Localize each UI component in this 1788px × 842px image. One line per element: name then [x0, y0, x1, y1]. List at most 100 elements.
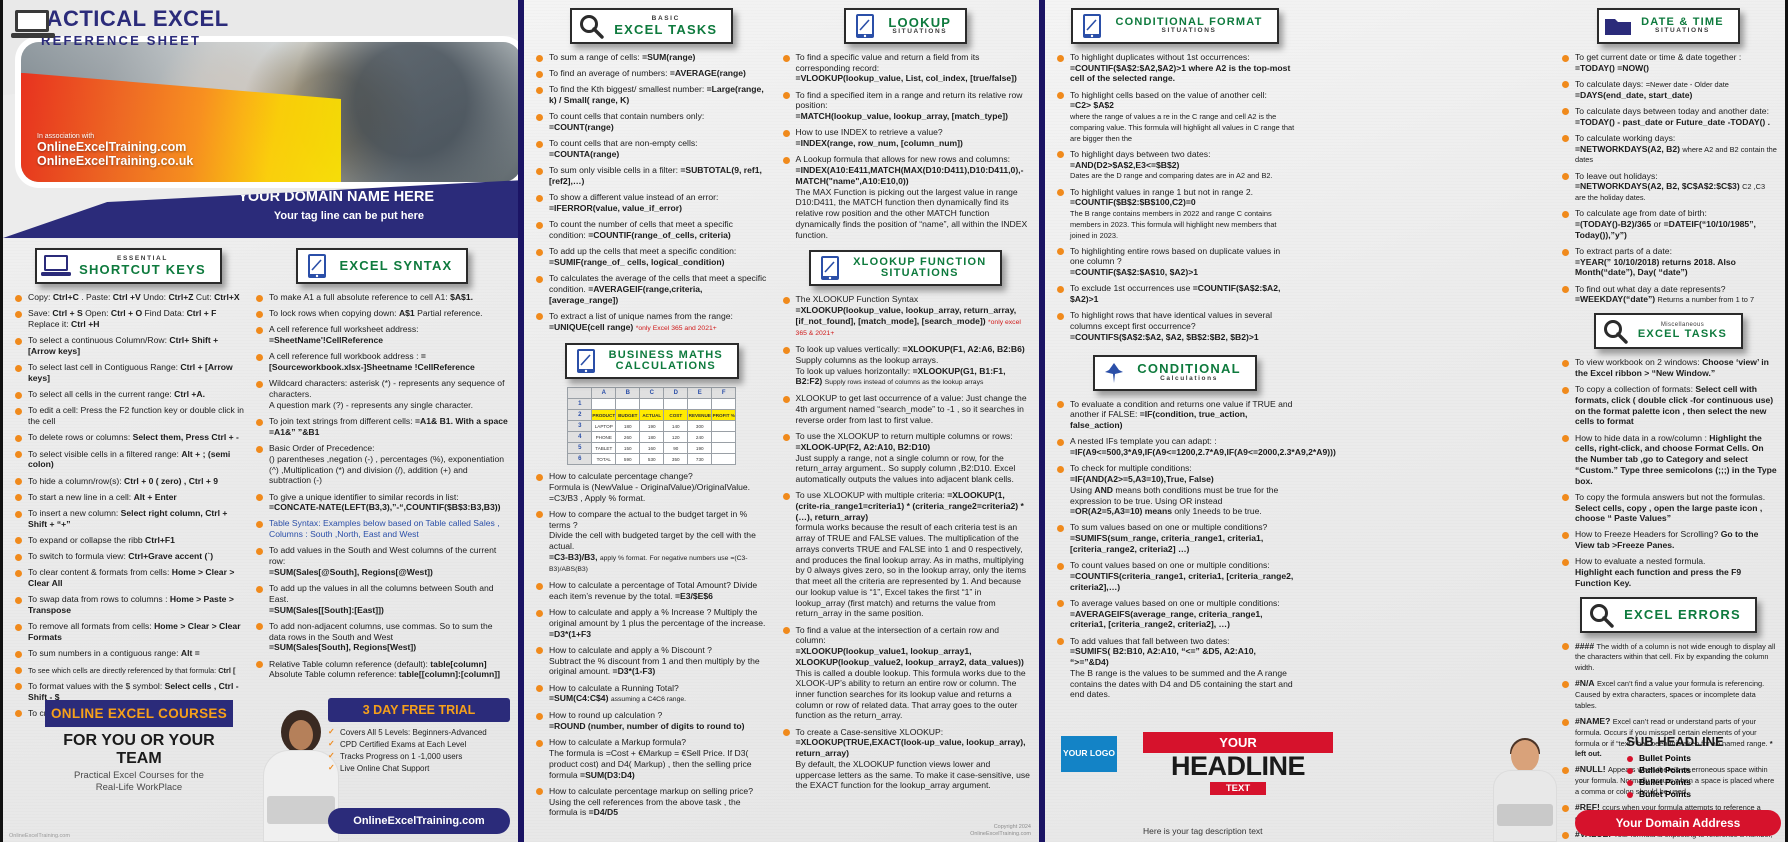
list-item: Wildcard characters: asterisk (*) - repr…	[254, 378, 510, 410]
conditional-sub: Calculations	[1160, 375, 1218, 383]
table-row: 4 PHONE 260 180 120 240	[567, 431, 737, 444]
list-item: To calculate days: =Newer date - Older d…	[1560, 79, 1777, 100]
xlookup-main-2: SITUATIONS	[880, 267, 959, 280]
list-item: To edit a cell: Press the F2 function ke…	[13, 405, 244, 426]
list-item: To calculate days between today and anot…	[1560, 106, 1777, 127]
list-item: To expand or collapse the ribb Ctrl+F1	[13, 535, 244, 546]
list-item: Basic Order of Precedence:() parentheses…	[254, 443, 510, 486]
lookup-main: LOOKUP	[888, 14, 952, 30]
list-item: To view workbook on 2 windows: Choose ‘v…	[1560, 357, 1777, 378]
basic-tasks-column: BASIC EXCEL TASKS To sum a range of cell…	[524, 0, 775, 842]
table-cell: 180	[615, 420, 641, 433]
list-item: To join text strings from different cell…	[254, 416, 510, 437]
list-item: How to calculate a Markup formula? The fo…	[534, 737, 770, 780]
list-item: A cell reference full worksheet address:…	[254, 324, 510, 345]
task-formula: =COUNTIF(range_of_cells, criteria)	[588, 230, 731, 241]
table-cell	[711, 420, 737, 433]
table-cell: 530	[639, 453, 665, 466]
list-item: To calculate working days: =NETWORKDAYS(A…	[1560, 133, 1777, 165]
conditional-list: To evaluate a condition and returns one …	[1055, 399, 1336, 700]
list-item: To add values that fall between two date…	[1055, 636, 1295, 700]
list-item: To exclude 1st occurrences use =COUNTIF(…	[1055, 283, 1295, 304]
free-trial-button[interactable]: 3 DAY FREE TRIAL	[328, 698, 510, 722]
footer-right: YOUR LOGO YOUR HEADLINE TEXT Here is you…	[1045, 730, 1785, 842]
assoc-line-1: OnlineExcelTraining.com	[37, 140, 187, 154]
table-cell: 90	[663, 442, 689, 455]
task-formula: =COUNT(range)	[549, 122, 614, 133]
list-item: To look up values vertically: =XLOOKUP(F…	[781, 344, 1031, 388]
list-item: Covers All 5 Levels: Beginners-Advanced	[328, 727, 510, 737]
list-item: To find out what day a date represents? =…	[1560, 284, 1777, 305]
list-item: To select last cell in Contiguous Range:…	[13, 362, 244, 383]
list-item: To leave out holidays: =NETWORKDAYS(A2, B…	[1560, 171, 1777, 203]
list-item: #N/A Excel can’t find a value your formu…	[1560, 678, 1777, 710]
assoc-label: In association with	[37, 133, 95, 140]
tablet-pen-icon	[576, 349, 595, 374]
table-row: 5 TABLET 150 160 90 190	[567, 442, 737, 455]
list-item: To calculates the average of the cells t…	[534, 273, 770, 305]
domain-button-right[interactable]: Your Domain Address	[1575, 810, 1781, 836]
task-formula: =SUM(range)	[642, 52, 696, 62]
table-cell: 590	[615, 453, 641, 466]
row-header: 4	[567, 431, 593, 444]
table-row: 2 PRODUCT BUDGET ACTUAL COST REVENUE PROFIT %	[567, 409, 737, 422]
conditional-main: CONDITIONAL	[1137, 361, 1241, 377]
domain-button-left[interactable]: OnlineExcelTraining.com	[328, 808, 510, 834]
list-item: To find a specific value and return a fi…	[781, 52, 1031, 84]
list-item: To find a specified item in a range and …	[781, 90, 1031, 122]
list-item: To insert a new column: Select right col…	[13, 508, 244, 529]
syntax-main: EXCEL SYNTAX	[339, 258, 453, 274]
list-item: To count values based on one or multiple…	[1055, 560, 1295, 592]
condformat-sub: SITUATIONS	[1161, 27, 1217, 35]
tablet-pen-icon	[821, 256, 840, 281]
table-cell: 350	[663, 453, 689, 466]
list-item: To find an average of numbers: =AVERAGE(…	[534, 68, 770, 79]
list-item: Live Online Chat Support	[328, 763, 510, 773]
task-note: *only Excel 365 and 2021+	[635, 324, 717, 332]
list-item: To remove all formats from cells: Home >…	[13, 621, 244, 642]
task-formula: =UNIQUE(cell range)	[549, 321, 634, 332]
list-item: To select visible cells in a filtered ra…	[13, 449, 244, 470]
list-item: Relative Table column reference (default…	[254, 659, 510, 680]
table-row: 6 TOTAL 590 530 350 730	[567, 453, 737, 466]
list-item: To highlight days between two dates: =AND…	[1055, 149, 1295, 181]
list-item: The XLOOKUP Function Syntax =XLOOKUP(look…	[781, 294, 1031, 338]
table-row: 1	[567, 398, 737, 411]
task-text: To sum only visible cells in a filter:	[549, 165, 678, 176]
courses-bar[interactable]: ONLINE EXCEL COURSES	[45, 700, 233, 727]
headline-text-badge: TEXT	[1210, 782, 1266, 795]
date-time-column: DATE & TIME SITUATIONS To get current da…	[1555, 0, 1785, 842]
list-item: To highlight cells based on the value of…	[1055, 90, 1295, 144]
copyright-line-2: OnlineExcelTraining.com	[970, 830, 1031, 837]
table-cell: LAPTOP	[591, 420, 617, 433]
conditional-format-header: CONDITIONAL FORMAT SITUATIONS	[1055, 8, 1295, 44]
headline-big: HEADLINE	[1170, 751, 1306, 781]
table-cell: 300	[687, 420, 713, 433]
misc-main: EXCEL TASKS	[1637, 327, 1728, 340]
logo-placeholder[interactable]: YOUR LOGO	[1061, 736, 1117, 772]
list-item: How to round up calculation ? =ROUND (num…	[534, 710, 770, 731]
list-item: Bullet Points	[1627, 753, 1775, 763]
column-header: D	[663, 387, 689, 400]
list-item: To get current date or time & date toget…	[1560, 52, 1777, 73]
list-item: To add non-adjacent columns, use commas.…	[254, 621, 510, 653]
datetime-sub: SITUATIONS	[1655, 27, 1710, 35]
syntax-list: To make A1 a full absolute reference to …	[254, 292, 510, 680]
list-item: How to calculate and apply a % Increase …	[534, 607, 770, 639]
shortcut-list: Copy: Ctrl+C . Paste: Ctrl +V Undo: Ctrl…	[13, 292, 244, 719]
task-text: To count cells that contain numbers only…	[549, 111, 705, 122]
list-item: To highlight values in range 1 but not i…	[1055, 187, 1295, 241]
free-trial-list: Covers All 5 Levels: Beginners-Advanced C…	[328, 727, 510, 773]
list-item: To swap data from rows to columns : Home…	[13, 594, 244, 615]
list-item: To calculate age from date of birth: =(TO…	[1560, 208, 1777, 240]
list-item: To highlighting entire rows based on dup…	[1055, 246, 1295, 278]
list-item: To evaluate a condition and returns one …	[1055, 399, 1295, 431]
row-header: 3	[567, 420, 593, 433]
panel-middle: BASIC EXCEL TASKS To sum a range of cell…	[521, 0, 1042, 842]
list-item: Tracks Progress on 1 -1,000 users	[328, 751, 510, 761]
table-body: 1 2 PRODUCT BUDGET ACTUAL COST REVENUE PROFIT %…	[567, 398, 737, 466]
list-item: To find the Kth biggest/ smallest number…	[534, 84, 770, 105]
panel-right: CONDITIONAL FORMAT SITUATIONS To highlig…	[1042, 0, 1788, 842]
list-item: To select a continuous Column/Row: Ctrl+…	[13, 335, 244, 356]
list-item: To sum values based on one or multiple c…	[1055, 522, 1295, 554]
